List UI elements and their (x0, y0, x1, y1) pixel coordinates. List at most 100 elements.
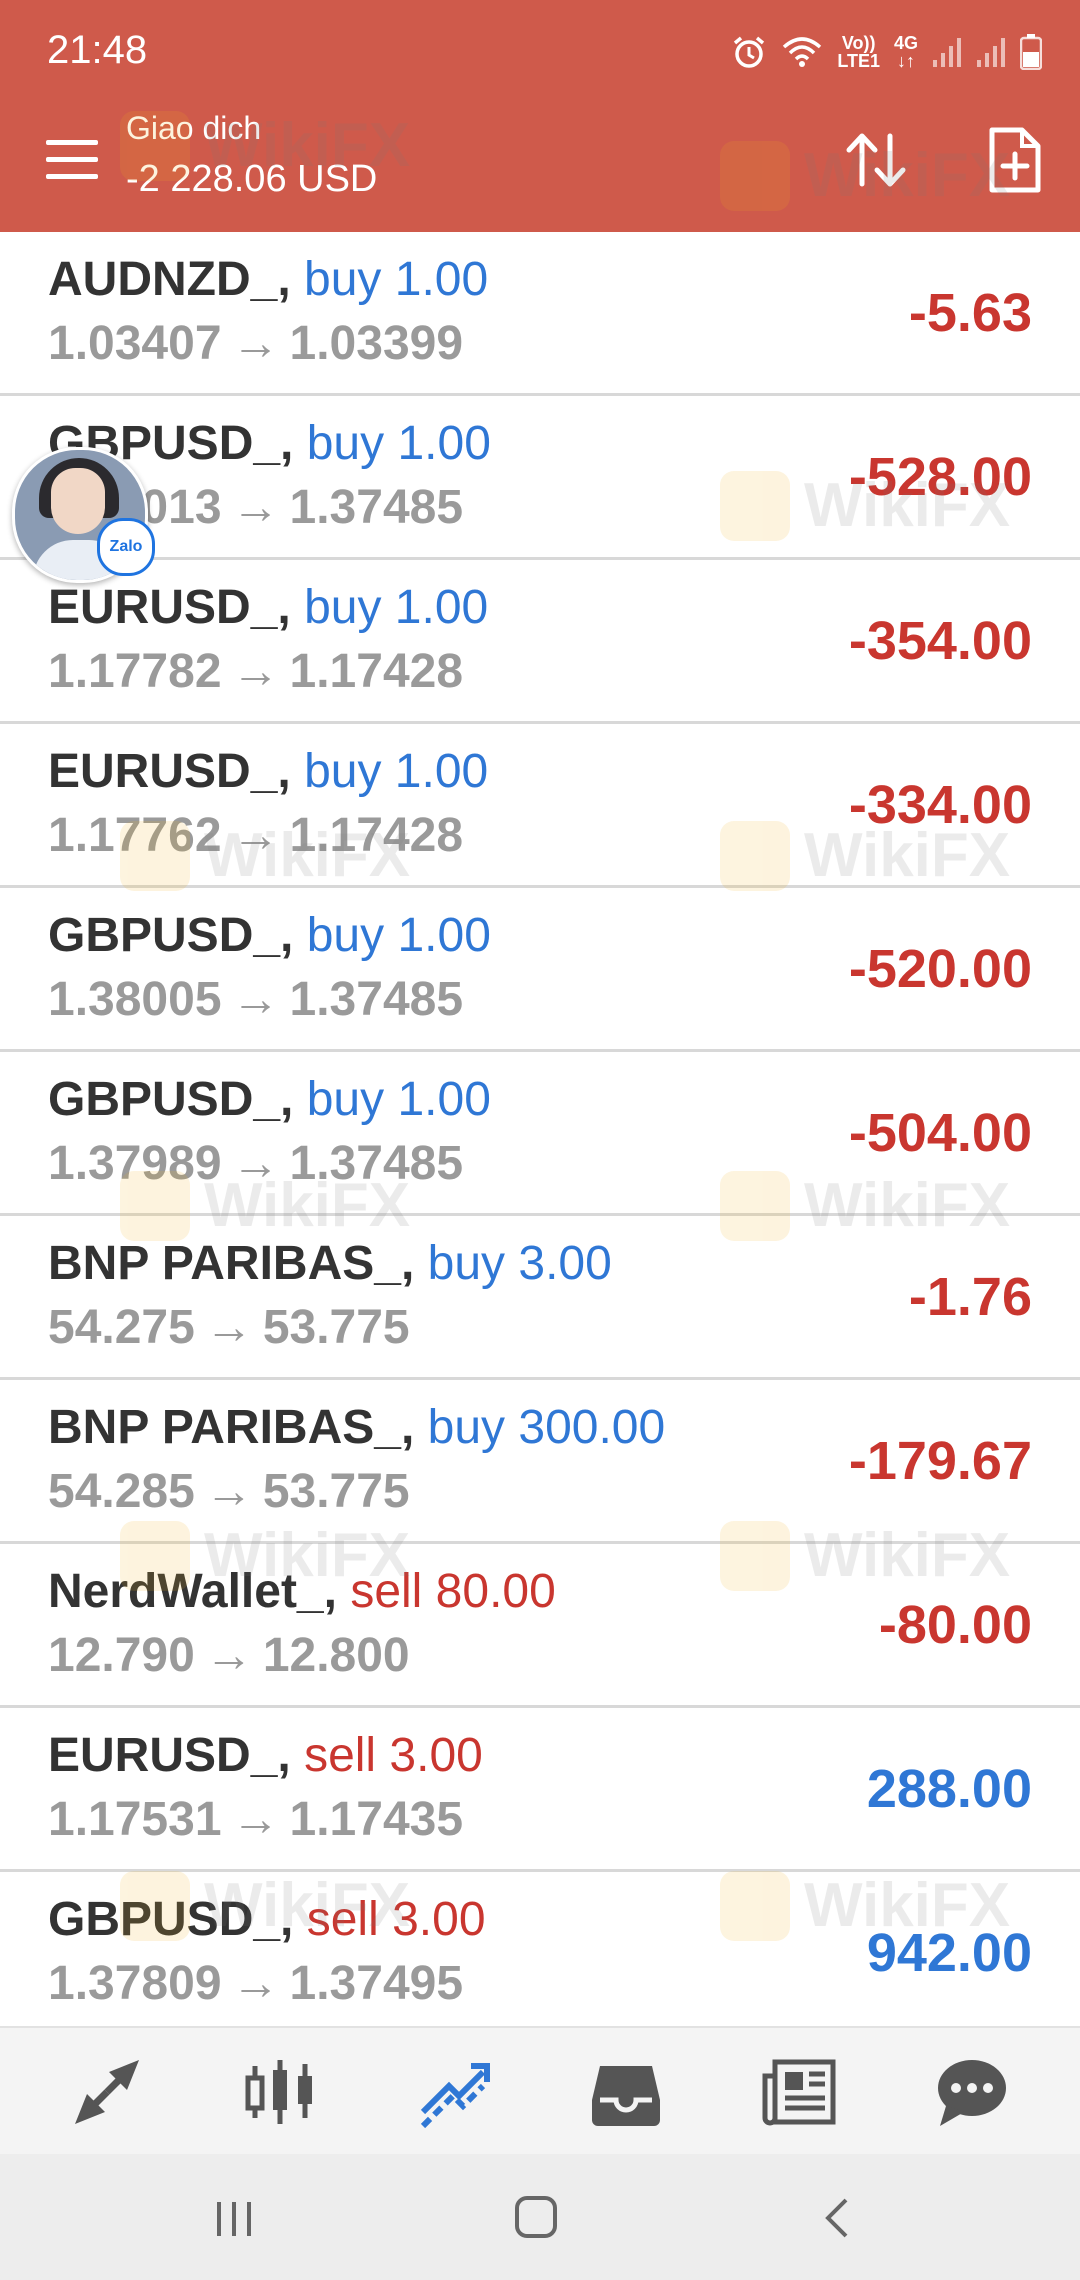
trade-type-volume: buy 1.00 (304, 253, 489, 306)
open-price: 54.285 (48, 1465, 195, 1518)
position-row[interactable]: EURUSD_, buy 1.00 1.17762 → 1.17428 -334.00 (0, 724, 1080, 888)
sort-icon[interactable] (840, 124, 912, 196)
trade-type-volume: sell 3.00 (304, 1729, 483, 1782)
4g-icon: 4G ↓↑ (893, 33, 918, 71)
status-time: 21:48 (47, 28, 148, 72)
profit-value: -504.00 (848, 1103, 1032, 1163)
battery-icon (1020, 34, 1042, 70)
chart-icon[interactable] (240, 2052, 320, 2132)
arrow-icon: → (231, 973, 280, 1026)
chat-icon[interactable] (932, 2052, 1012, 2132)
position-row[interactable]: BNP PARIBAS_, buy 300.00 54.285 → 53.775 -17… (0, 1380, 1080, 1544)
arrow-icon: → (231, 645, 280, 698)
network-type-label: 4G (893, 33, 918, 53)
open-price: 1.38005 (48, 973, 222, 1026)
arrow-icon: → (231, 317, 280, 370)
trade-type-volume: buy 1.00 (304, 581, 489, 634)
symbol-label: AUDNZD_, (48, 253, 291, 306)
current-price: 1.03399 (289, 317, 464, 370)
arrow-icon: → (204, 1629, 253, 1682)
position-row[interactable]: NerdWallet_, sell 80.00 12.790 → 12.800 -80.… (0, 1544, 1080, 1708)
current-price: 1.37495 (289, 1957, 464, 2010)
symbol-label: GBPUSD_, (48, 909, 294, 962)
news-icon[interactable] (759, 2052, 839, 2132)
position-row[interactable]: EURUSD_, buy 1.00 1.17782 → 1.17428 -354.00 (0, 560, 1080, 724)
position-row[interactable]: GBPUSD_, buy 1.00 1.37989 → 1.37485 -504.00 (0, 1052, 1080, 1216)
position-row[interactable]: BNP PARIBAS_, buy 3.00 54.275 → 53.775 -1.76 (0, 1216, 1080, 1380)
position-row[interactable]: GBPUSD_, buy 1.001.38013→1.37485-528.00 (0, 396, 1080, 560)
price-range: 1.37809 → 1.37495 (48, 1956, 463, 2011)
price-range: 1.17531 → 1.17435 (48, 1792, 463, 1847)
price-range: 1.17762 → 1.17428 (48, 808, 463, 863)
position-row[interactable]: AUDNZD_, buy 1.00 1.03407 → 1.03399 -5.63 (0, 232, 1080, 396)
position-title: AUDNZD_, buy 1.00 (48, 252, 488, 307)
position-row[interactable]: EURUSD_, sell 3.00 1.17531 → 1.17435 288.00 (0, 1708, 1080, 1872)
lte-label: LTE1 (837, 51, 880, 71)
symbol-label: NerdWallet_, (48, 1565, 337, 1618)
volte-label: Vo)) (841, 33, 876, 53)
price-range: 1.03407 → 1.03399 (48, 316, 463, 371)
open-price: 1.17531 (48, 1793, 222, 1846)
status-bar: 21:48 Vo)) LTE1 4G ↓↑ (0, 0, 1080, 100)
wifi-icon (781, 35, 823, 69)
current-price: 1.37485 (289, 1137, 464, 1190)
open-price: 1.17782 (48, 645, 222, 698)
position-title: EURUSD_, buy 1.00 (48, 580, 488, 635)
profit-value: -528.00 (848, 447, 1032, 507)
position-row[interactable]: GBPUSD_, sell 3.00 1.37809 → 1.37495 942.00 (0, 1872, 1080, 2036)
position-title: GBPUSD_, buy 1.00 (48, 908, 491, 963)
position-title: EURUSD_, sell 3.00 (48, 1728, 483, 1783)
symbol-label: GBPUSD_, (48, 1073, 294, 1126)
open-price: 54.275 (48, 1301, 195, 1354)
profit-value: -334.00 (848, 775, 1032, 835)
signal-icon (976, 36, 1006, 68)
trade-type-volume: buy 1.00 (306, 417, 491, 470)
trade-type-volume: buy 300.00 (427, 1401, 666, 1454)
current-price: 1.37485 (289, 481, 464, 534)
symbol-label: EURUSD_, (48, 1729, 291, 1782)
current-price: 1.17435 (289, 1793, 464, 1846)
trade-type-volume: buy 3.00 (427, 1237, 612, 1290)
arrow-icon: → (231, 1137, 280, 1190)
open-price: 1.17762 (48, 809, 222, 862)
arrow-icon: → (231, 809, 280, 862)
position-title: EURUSD_, buy 1.00 (48, 744, 488, 799)
current-price: 12.800 (262, 1629, 410, 1682)
new-document-icon[interactable] (978, 124, 1050, 196)
open-price: 12.790 (48, 1629, 195, 1682)
symbol-label: EURUSD_, (48, 745, 291, 798)
history-icon[interactable] (586, 2052, 666, 2132)
position-title: BNP PARIBAS_, buy 300.00 (48, 1400, 665, 1455)
arrow-icon: → (231, 1793, 280, 1846)
page-title: Giao dich (126, 110, 262, 146)
symbol-label: EURUSD_, (48, 581, 291, 634)
position-row[interactable]: GBPUSD_, buy 1.00 1.38005 → 1.37485 -520.00 (0, 888, 1080, 1052)
home-icon[interactable] (507, 2188, 567, 2248)
profit-value: -520.00 (848, 939, 1032, 999)
profit-value: -1.76 (908, 1267, 1032, 1327)
arrow-icon: → (231, 481, 280, 534)
current-price: 1.17428 (289, 645, 464, 698)
trade-type-volume: sell 3.00 (306, 1893, 486, 1946)
current-price: 1.17428 (289, 809, 464, 862)
avatar-face (51, 468, 105, 534)
symbol-label: BNP PARIBAS_, (48, 1401, 415, 1454)
status-icons: Vo)) LTE1 4G ↓↑ (731, 28, 1042, 76)
trade-icon[interactable] (413, 2052, 493, 2132)
quotes-icon[interactable] (67, 2052, 147, 2132)
trade-type-volume: buy 1.00 (306, 909, 491, 962)
profit-value: -179.67 (848, 1431, 1032, 1491)
zalo-badge[interactable]: Zalo (97, 518, 155, 576)
profit-value: -5.63 (908, 283, 1032, 343)
back-icon[interactable] (808, 2188, 868, 2248)
profit-value: -80.00 (878, 1595, 1032, 1655)
position-title: GBPUSD_, buy 1.00 (48, 1072, 491, 1127)
recents-icon[interactable] (205, 2188, 265, 2248)
symbol-label: BNP PARIBAS_, (48, 1237, 415, 1290)
price-range: 1.38005 → 1.37485 (48, 972, 463, 1027)
menu-icon[interactable] (46, 140, 98, 180)
price-range: 1.37989 → 1.37485 (48, 1136, 463, 1191)
price-range: 54.275 → 53.775 (48, 1300, 410, 1355)
toolbar: Giao dich -2 228.06 USD (0, 100, 1080, 232)
trade-type-volume: buy 1.00 (304, 745, 489, 798)
